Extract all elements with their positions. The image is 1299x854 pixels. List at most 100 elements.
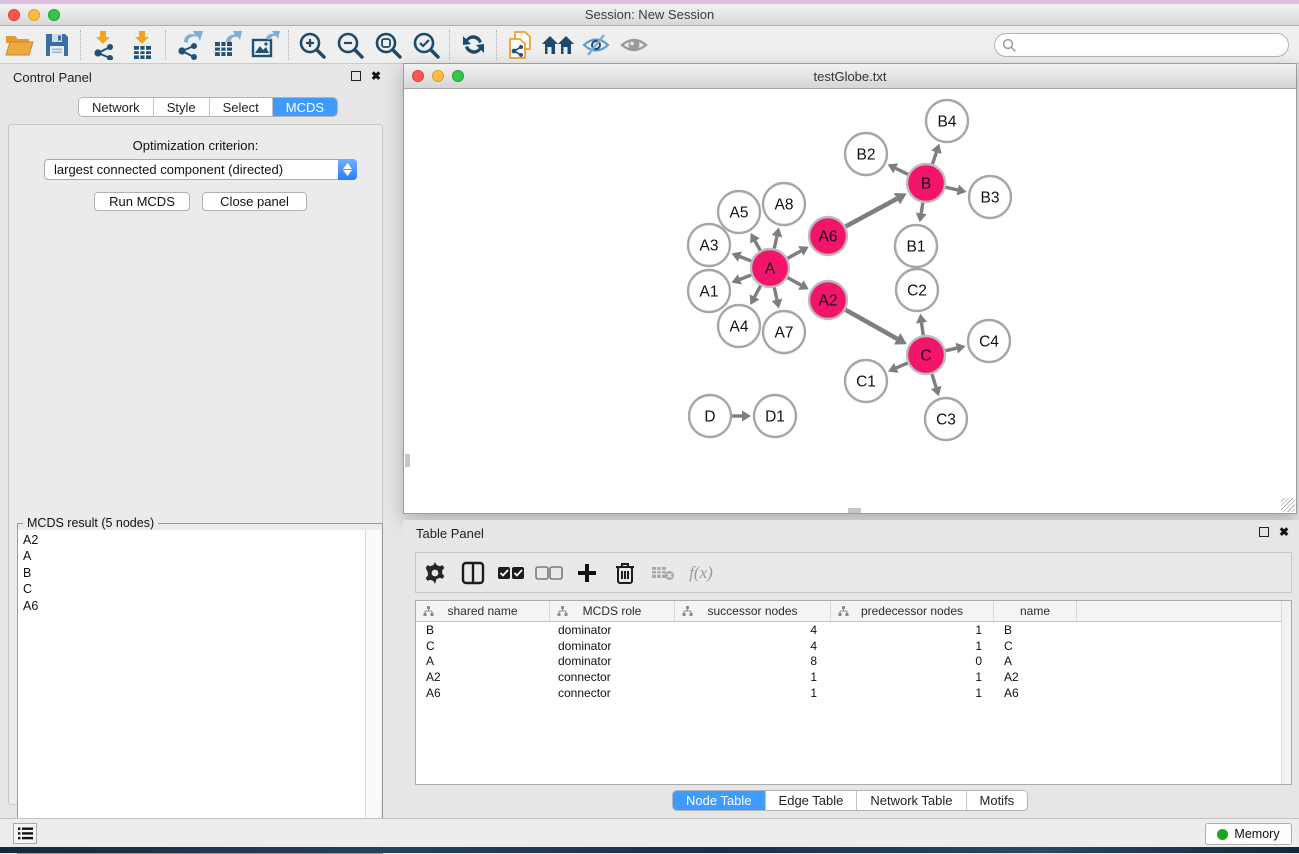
table-row[interactable]: A6connector11A6 [416, 685, 1291, 701]
zoom-fit-button[interactable] [369, 28, 407, 62]
graph-node-A1[interactable]: A1 [688, 270, 730, 312]
graph-edge-A-A3[interactable] [740, 257, 751, 261]
graph-edge-A2-C[interactable] [845, 310, 897, 339]
table-row[interactable]: A2connector11A2 [416, 669, 1291, 685]
graph-node-D[interactable]: D [689, 395, 731, 437]
cell-successor-nodes[interactable]: 8 [675, 654, 831, 668]
column-header-predecessor-nodes[interactable]: predecessor nodes [831, 601, 994, 621]
network-hscroll-nub[interactable] [848, 508, 861, 513]
cell-shared-name[interactable]: C [416, 639, 550, 653]
cell-successor-nodes[interactable]: 4 [675, 639, 831, 653]
float-panel-icon[interactable] [1259, 527, 1269, 537]
control-panel-tab-style[interactable]: Style [154, 98, 210, 116]
mcds-result-item[interactable]: C [18, 581, 366, 597]
search-field[interactable] [994, 33, 1289, 57]
graph-edge-A-A4[interactable] [755, 286, 761, 297]
table-row[interactable]: Adominator80A [416, 653, 1291, 669]
network-window-titlebar[interactable]: testGlobe.txt [404, 64, 1296, 89]
control-panel-tab-mcds[interactable]: MCDS [273, 98, 337, 116]
cell-shared-name[interactable]: A [416, 654, 550, 668]
graph-node-A3[interactable]: A3 [688, 224, 730, 266]
graph-node-C1[interactable]: C1 [845, 360, 887, 402]
zoom-out-button[interactable] [331, 28, 369, 62]
column-header-successor-nodes[interactable]: successor nodes [675, 601, 831, 621]
home-button[interactable] [539, 28, 577, 62]
graph-edge-A-A2[interactable] [788, 278, 801, 285]
graph-node-C2[interactable]: C2 [896, 269, 938, 311]
import-table-button[interactable] [123, 28, 161, 62]
graph-node-D1[interactable]: D1 [754, 395, 796, 437]
duplicate-network-button[interactable] [501, 28, 539, 62]
graph-edge-A6-B[interactable] [846, 199, 897, 227]
run-mcds-button[interactable]: Run MCDS [94, 192, 190, 211]
graph-node-A6[interactable]: A6 [809, 217, 847, 255]
show-columns-button[interactable] [454, 554, 492, 592]
table-tab-edge-table[interactable]: Edge Table [766, 791, 858, 810]
cell-shared-name[interactable]: A6 [416, 686, 550, 700]
graph-node-A5[interactable]: A5 [718, 191, 760, 233]
graph-edge-A-A5[interactable] [755, 241, 760, 251]
graph-node-C4[interactable]: C4 [968, 320, 1010, 362]
create-column-button[interactable] [568, 554, 606, 592]
show-graphics-button[interactable] [615, 28, 653, 62]
cell-predecessor-nodes[interactable]: 1 [831, 686, 994, 700]
table-tab-motifs[interactable]: Motifs [967, 791, 1028, 810]
cell-MCDS-role[interactable]: dominator [550, 623, 675, 637]
mcds-result-item[interactable]: B [18, 565, 366, 581]
close-panel-button[interactable]: Close panel [202, 192, 307, 211]
cell-name[interactable]: A [994, 654, 1077, 668]
mcds-result-item[interactable]: A [18, 548, 366, 564]
cell-name[interactable]: A2 [994, 670, 1077, 684]
deselect-all-button[interactable] [530, 554, 568, 592]
show-panels-button[interactable] [13, 823, 37, 844]
graph-edge-B-B1[interactable] [921, 203, 923, 214]
graph-node-B3[interactable]: B3 [969, 176, 1011, 218]
table-row[interactable]: Cdominator41C [416, 638, 1291, 654]
save-session-button[interactable] [38, 28, 76, 62]
import-network-button[interactable] [85, 28, 123, 62]
control-panel-tab-network[interactable]: Network [79, 98, 154, 116]
select-all-button[interactable] [492, 554, 530, 592]
network-canvas[interactable]: B4B2BB3A5A8A6A3B1AA1C2A2A4A7C4CC1C3DD1 [405, 89, 1295, 513]
cell-shared-name[interactable]: B [416, 623, 550, 637]
graph-node-C[interactable]: C [907, 336, 945, 374]
delete-column-button[interactable] [606, 554, 644, 592]
close-panel-icon[interactable]: ✖ [1279, 525, 1289, 539]
refresh-button[interactable] [454, 28, 492, 62]
cell-successor-nodes[interactable]: 1 [675, 670, 831, 684]
open-session-button[interactable] [0, 28, 38, 62]
cell-name[interactable]: C [994, 639, 1077, 653]
export-image-button[interactable] [246, 28, 284, 62]
graph-node-B1[interactable]: B1 [895, 225, 937, 267]
cell-predecessor-nodes[interactable]: 1 [831, 623, 994, 637]
table-scrollbar[interactable] [1281, 601, 1291, 784]
criterion-dropdown[interactable]: largest connected component (directed) [44, 159, 357, 180]
cell-predecessor-nodes[interactable]: 1 [831, 670, 994, 684]
window-resize-handle[interactable] [1281, 498, 1295, 512]
cell-name[interactable]: B [994, 623, 1077, 637]
cell-MCDS-role[interactable]: connector [550, 670, 675, 684]
close-panel-icon[interactable]: ✖ [371, 69, 381, 83]
cell-shared-name[interactable]: A2 [416, 670, 550, 684]
cell-predecessor-nodes[interactable]: 1 [831, 639, 994, 653]
graph-node-A[interactable]: A [751, 249, 789, 287]
control-panel-tab-select[interactable]: Select [210, 98, 273, 116]
column-header-MCDS-role[interactable]: MCDS role [550, 601, 675, 621]
graph-node-A2[interactable]: A2 [809, 281, 847, 319]
memory-button[interactable]: Memory [1205, 823, 1292, 845]
mcds-result-item[interactable]: A6 [18, 598, 366, 614]
hide-graphics-button[interactable] [577, 28, 615, 62]
graph-edge-C-C1[interactable] [896, 363, 907, 368]
export-table-button[interactable] [208, 28, 246, 62]
graph-edge-A-A8[interactable] [774, 236, 777, 248]
cell-MCDS-role[interactable]: dominator [550, 639, 675, 653]
cell-MCDS-role[interactable]: dominator [550, 654, 675, 668]
export-network-button[interactable] [170, 28, 208, 62]
graph-edge-B-B3[interactable] [946, 187, 958, 190]
graph-node-A8[interactable]: A8 [763, 183, 805, 225]
float-panel-icon[interactable] [351, 71, 361, 81]
graph-edge-B-B2[interactable] [896, 168, 908, 174]
graph-edge-C-C4[interactable] [946, 348, 957, 351]
column-header-name[interactable]: name [994, 601, 1077, 621]
mcds-result-item[interactable]: A2 [18, 532, 366, 548]
